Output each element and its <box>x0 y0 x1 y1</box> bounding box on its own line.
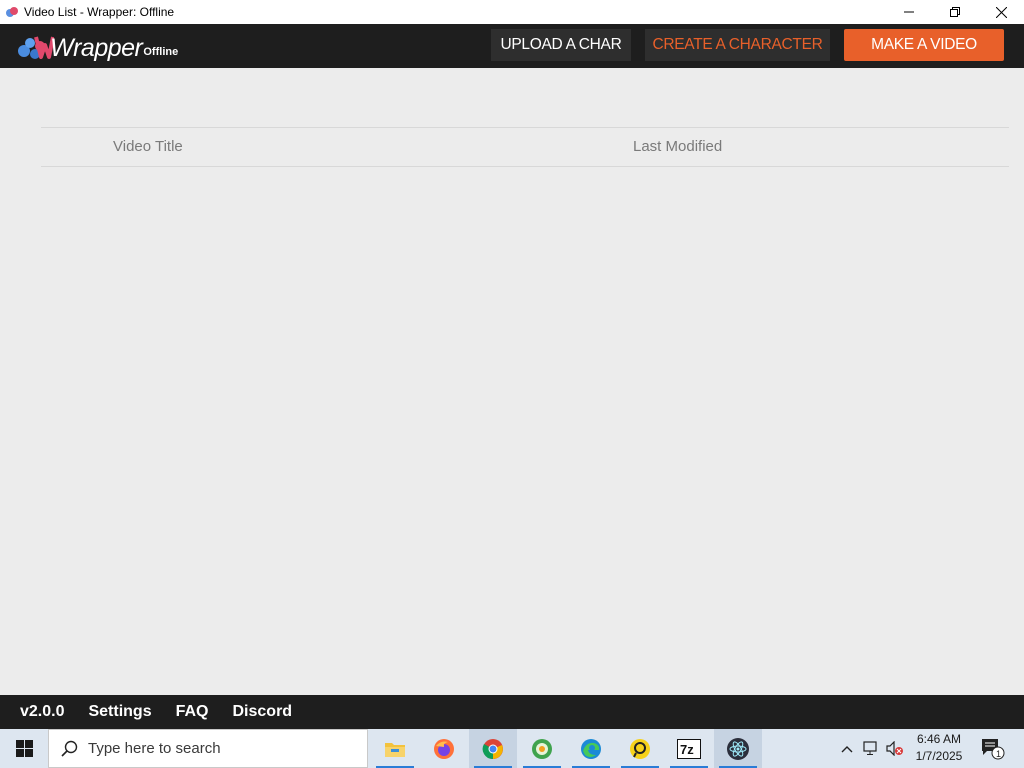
edge-icon <box>581 738 601 759</box>
version-label: v2.0.0 <box>20 703 65 720</box>
taskbar-edge[interactable] <box>567 729 615 768</box>
window-title: Video List - Wrapper: Offline <box>24 5 175 19</box>
close-button[interactable] <box>978 0 1024 24</box>
taskbar-electron[interactable] <box>714 729 762 768</box>
video-list-panel: Video Title Last Modified <box>0 68 1024 695</box>
start-button[interactable] <box>0 729 48 768</box>
notification-count: 1 <box>996 749 1001 759</box>
tray-volume[interactable] <box>884 729 906 768</box>
windows-logo-icon <box>15 740 33 757</box>
restore-button[interactable] <box>932 0 978 24</box>
clock-time: 6:46 AM <box>916 732 962 746</box>
window-titlebar: Video List - Wrapper: Offline <box>0 0 1024 24</box>
tray-overflow-button[interactable] <box>838 729 856 768</box>
window-controls <box>886 0 1024 24</box>
file-explorer-icon <box>385 742 405 757</box>
minimize-button[interactable] <box>886 0 932 24</box>
close-icon <box>995 6 1007 18</box>
tray-network[interactable] <box>860 729 882 768</box>
7zip-icon: 7z <box>677 738 701 759</box>
chrome-icon <box>482 738 503 759</box>
svg-text:7z: 7z <box>680 742 694 757</box>
search-placeholder: Type here to search <box>88 740 221 757</box>
app-footer: v2.0.0 Settings FAQ Discord <box>0 695 1024 729</box>
taskbar-chrome[interactable] <box>469 729 517 768</box>
video-table-header: Video Title Last Modified <box>41 127 1009 167</box>
discord-link[interactable]: Discord <box>233 703 293 721</box>
wrapper-logo-mark <box>18 36 54 59</box>
column-last-modified[interactable]: Last Modified <box>633 138 722 155</box>
settings-link[interactable]: Settings <box>88 703 151 721</box>
restore-icon <box>950 7 960 17</box>
wrapper-logo[interactable]: Wrapper Offline <box>16 29 178 63</box>
app-icon <box>630 738 650 759</box>
create-character-button[interactable]: CREATE A CHARACTER <box>645 29 830 61</box>
taskbar-file-explorer[interactable] <box>371 729 419 768</box>
minimize-icon <box>904 11 914 13</box>
clock-date: 1/7/2025 <box>915 749 963 763</box>
windows-taskbar: Type here to search 7z 6:46 AM 1/7/2025 … <box>0 729 1024 768</box>
faq-link[interactable]: FAQ <box>176 703 209 721</box>
upload-char-button[interactable]: UPLOAD A CHAR <box>491 29 631 61</box>
notification-icon: 1 <box>982 738 1005 759</box>
logo-wordmark: Wrapper <box>50 34 143 62</box>
taskbar-app-2[interactable] <box>616 729 664 768</box>
taskbar-search-box[interactable]: Type here to search <box>48 729 368 768</box>
app-icon <box>532 738 552 759</box>
electron-icon <box>727 737 749 760</box>
logo-suffix: Offline <box>143 46 179 58</box>
firefox-icon <box>434 738 454 759</box>
wrapper-app-icon <box>6 7 18 17</box>
column-video-title[interactable]: Video Title <box>113 138 183 155</box>
make-video-button[interactable]: MAKE A VIDEO <box>844 29 1004 61</box>
taskbar-7zip[interactable]: 7z <box>665 729 713 768</box>
taskbar-firefox[interactable] <box>420 729 468 768</box>
volume-muted-icon <box>886 741 903 756</box>
search-icon <box>61 740 78 757</box>
chevron-up-icon <box>841 745 853 752</box>
action-center-button[interactable]: 1 <box>980 729 1006 768</box>
taskbar-clock[interactable]: 6:46 AM 1/7/2025 <box>908 731 970 765</box>
network-icon <box>862 741 877 755</box>
taskbar-app-1[interactable] <box>518 729 566 768</box>
